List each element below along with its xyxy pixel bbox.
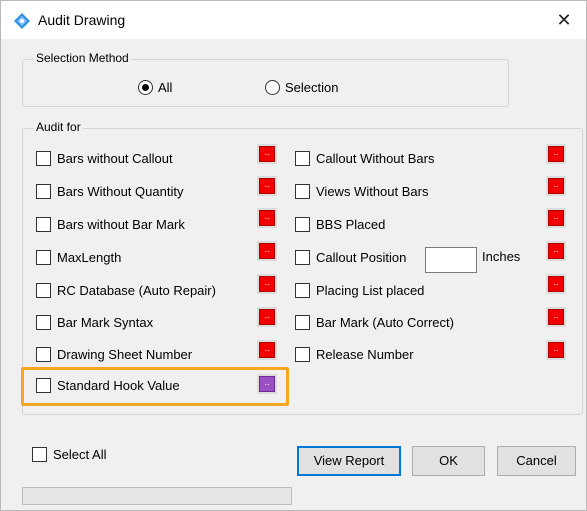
check-bars-without-quantity[interactable]: Bars Without Quantity	[36, 184, 183, 199]
check-callout-without-bars[interactable]: Callout Without Bars	[295, 151, 435, 166]
checkbox-label: BBS Placed	[316, 217, 386, 232]
checkbox[interactable]	[32, 447, 47, 462]
checkbox-label: MaxLength	[57, 250, 122, 265]
checkbox[interactable]	[295, 283, 310, 298]
color-swatch-callout-without-bars[interactable]: ..	[546, 144, 566, 164]
checkbox[interactable]	[36, 283, 51, 298]
cancel-button[interactable]: Cancel	[497, 446, 576, 476]
checkbox-label: Callout Without Bars	[316, 151, 435, 166]
checkbox-label: Bars without Bar Mark	[57, 217, 185, 232]
radio-all-indicator	[138, 80, 153, 95]
checkbox-label: Bar Mark Syntax	[57, 315, 154, 330]
checkbox-label: Placing List placed	[316, 283, 425, 298]
check-release-number[interactable]: Release Number	[295, 347, 414, 362]
check-rc-database[interactable]: RC Database (Auto Repair)	[36, 283, 216, 298]
radio-selection[interactable]: Selection	[265, 80, 338, 95]
checkbox[interactable]	[36, 250, 51, 265]
radio-all-label: All	[158, 80, 173, 95]
checkbox[interactable]	[295, 151, 310, 166]
color-swatch-bar-mark-syntax[interactable]: ..	[257, 307, 277, 327]
color-swatch-drawing-sheet-number[interactable]: ..	[257, 340, 277, 360]
select-all-checkbox[interactable]: Select All	[32, 447, 106, 462]
check-views-without-bars[interactable]: Views Without Bars	[295, 184, 428, 199]
title-bar: Audit Drawing ✕	[1, 1, 586, 39]
callout-position-input[interactable]	[425, 247, 477, 273]
checkbox-label: Bar Mark (Auto Correct)	[316, 315, 454, 330]
ok-button[interactable]: OK	[412, 446, 485, 476]
app-logo-icon	[14, 13, 30, 29]
checkbox-label: Release Number	[316, 347, 414, 362]
checkbox[interactable]	[295, 250, 310, 265]
close-icon: ✕	[556, 10, 572, 30]
checkbox-label: Callout Position	[316, 250, 407, 265]
checkbox[interactable]	[295, 315, 310, 330]
checkbox[interactable]	[295, 184, 310, 199]
checkbox[interactable]	[295, 347, 310, 362]
color-swatch-rc-database[interactable]: ..	[257, 274, 277, 294]
color-swatch-bars-without-quantity[interactable]: ..	[257, 176, 277, 196]
check-drawing-sheet-number[interactable]: Drawing Sheet Number	[36, 347, 192, 362]
checkbox-label: Views Without Bars	[316, 184, 429, 199]
color-swatch-bars-without-bar-mark[interactable]: ..	[257, 208, 277, 228]
check-bbs-placed[interactable]: BBS Placed	[295, 217, 385, 232]
select-all-label: Select All	[53, 447, 107, 462]
color-swatch-standard-hook-value[interactable]: ..	[257, 374, 277, 394]
checkbox-label: Drawing Sheet Number	[57, 347, 193, 362]
check-maxlength[interactable]: MaxLength	[36, 250, 121, 265]
check-placing-list-placed[interactable]: Placing List placed	[295, 283, 424, 298]
view-report-button[interactable]: View Report	[297, 446, 401, 476]
selection-method-label: Selection Method	[34, 51, 131, 65]
checkbox-label: Standard Hook Value	[57, 378, 180, 393]
color-swatch-placing-list-placed[interactable]: ..	[546, 274, 566, 294]
color-swatch-release-number[interactable]: ..	[546, 340, 566, 360]
check-standard-hook-value[interactable]: Standard Hook Value	[36, 378, 180, 393]
check-bars-without-callout[interactable]: Bars without Callout	[36, 151, 173, 166]
checkbox[interactable]	[36, 378, 51, 393]
color-swatch-bars-without-callout[interactable]: ..	[257, 144, 277, 164]
audit-for-label: Audit for	[34, 120, 83, 134]
checkbox[interactable]	[36, 151, 51, 166]
checkbox-label: RC Database (Auto Repair)	[57, 283, 216, 298]
color-swatch-bar-mark-auto-correct[interactable]: ..	[546, 307, 566, 327]
color-swatch-callout-position[interactable]: ..	[546, 241, 566, 261]
audit-drawing-dialog: Audit Drawing ✕ Selection Method All Sel…	[0, 0, 587, 511]
checkbox-label: Bars Without Quantity	[57, 184, 184, 199]
color-swatch-views-without-bars[interactable]: ..	[546, 176, 566, 196]
checkbox[interactable]	[36, 184, 51, 199]
color-swatch-maxlength[interactable]: ..	[257, 241, 277, 261]
progress-bar	[22, 487, 292, 505]
callout-position-unit: Inches	[482, 249, 521, 264]
check-bar-mark-syntax[interactable]: Bar Mark Syntax	[36, 315, 153, 330]
checkbox[interactable]	[36, 315, 51, 330]
color-swatch-bbs-placed[interactable]: ..	[546, 208, 566, 228]
checkbox[interactable]	[36, 217, 51, 232]
check-callout-position[interactable]: Callout Position	[295, 250, 421, 265]
check-bar-mark-auto-correct[interactable]: Bar Mark (Auto Correct)	[295, 315, 454, 330]
close-button[interactable]: ✕	[542, 1, 586, 39]
radio-all[interactable]: All	[138, 80, 172, 95]
window-title: Audit Drawing	[38, 12, 126, 28]
checkbox[interactable]	[295, 217, 310, 232]
check-bars-without-bar-mark[interactable]: Bars without Bar Mark	[36, 217, 185, 232]
radio-selection-label: Selection	[285, 80, 339, 95]
checkbox[interactable]	[36, 347, 51, 362]
checkbox-label: Bars without Callout	[57, 151, 173, 166]
radio-selection-indicator	[265, 80, 280, 95]
